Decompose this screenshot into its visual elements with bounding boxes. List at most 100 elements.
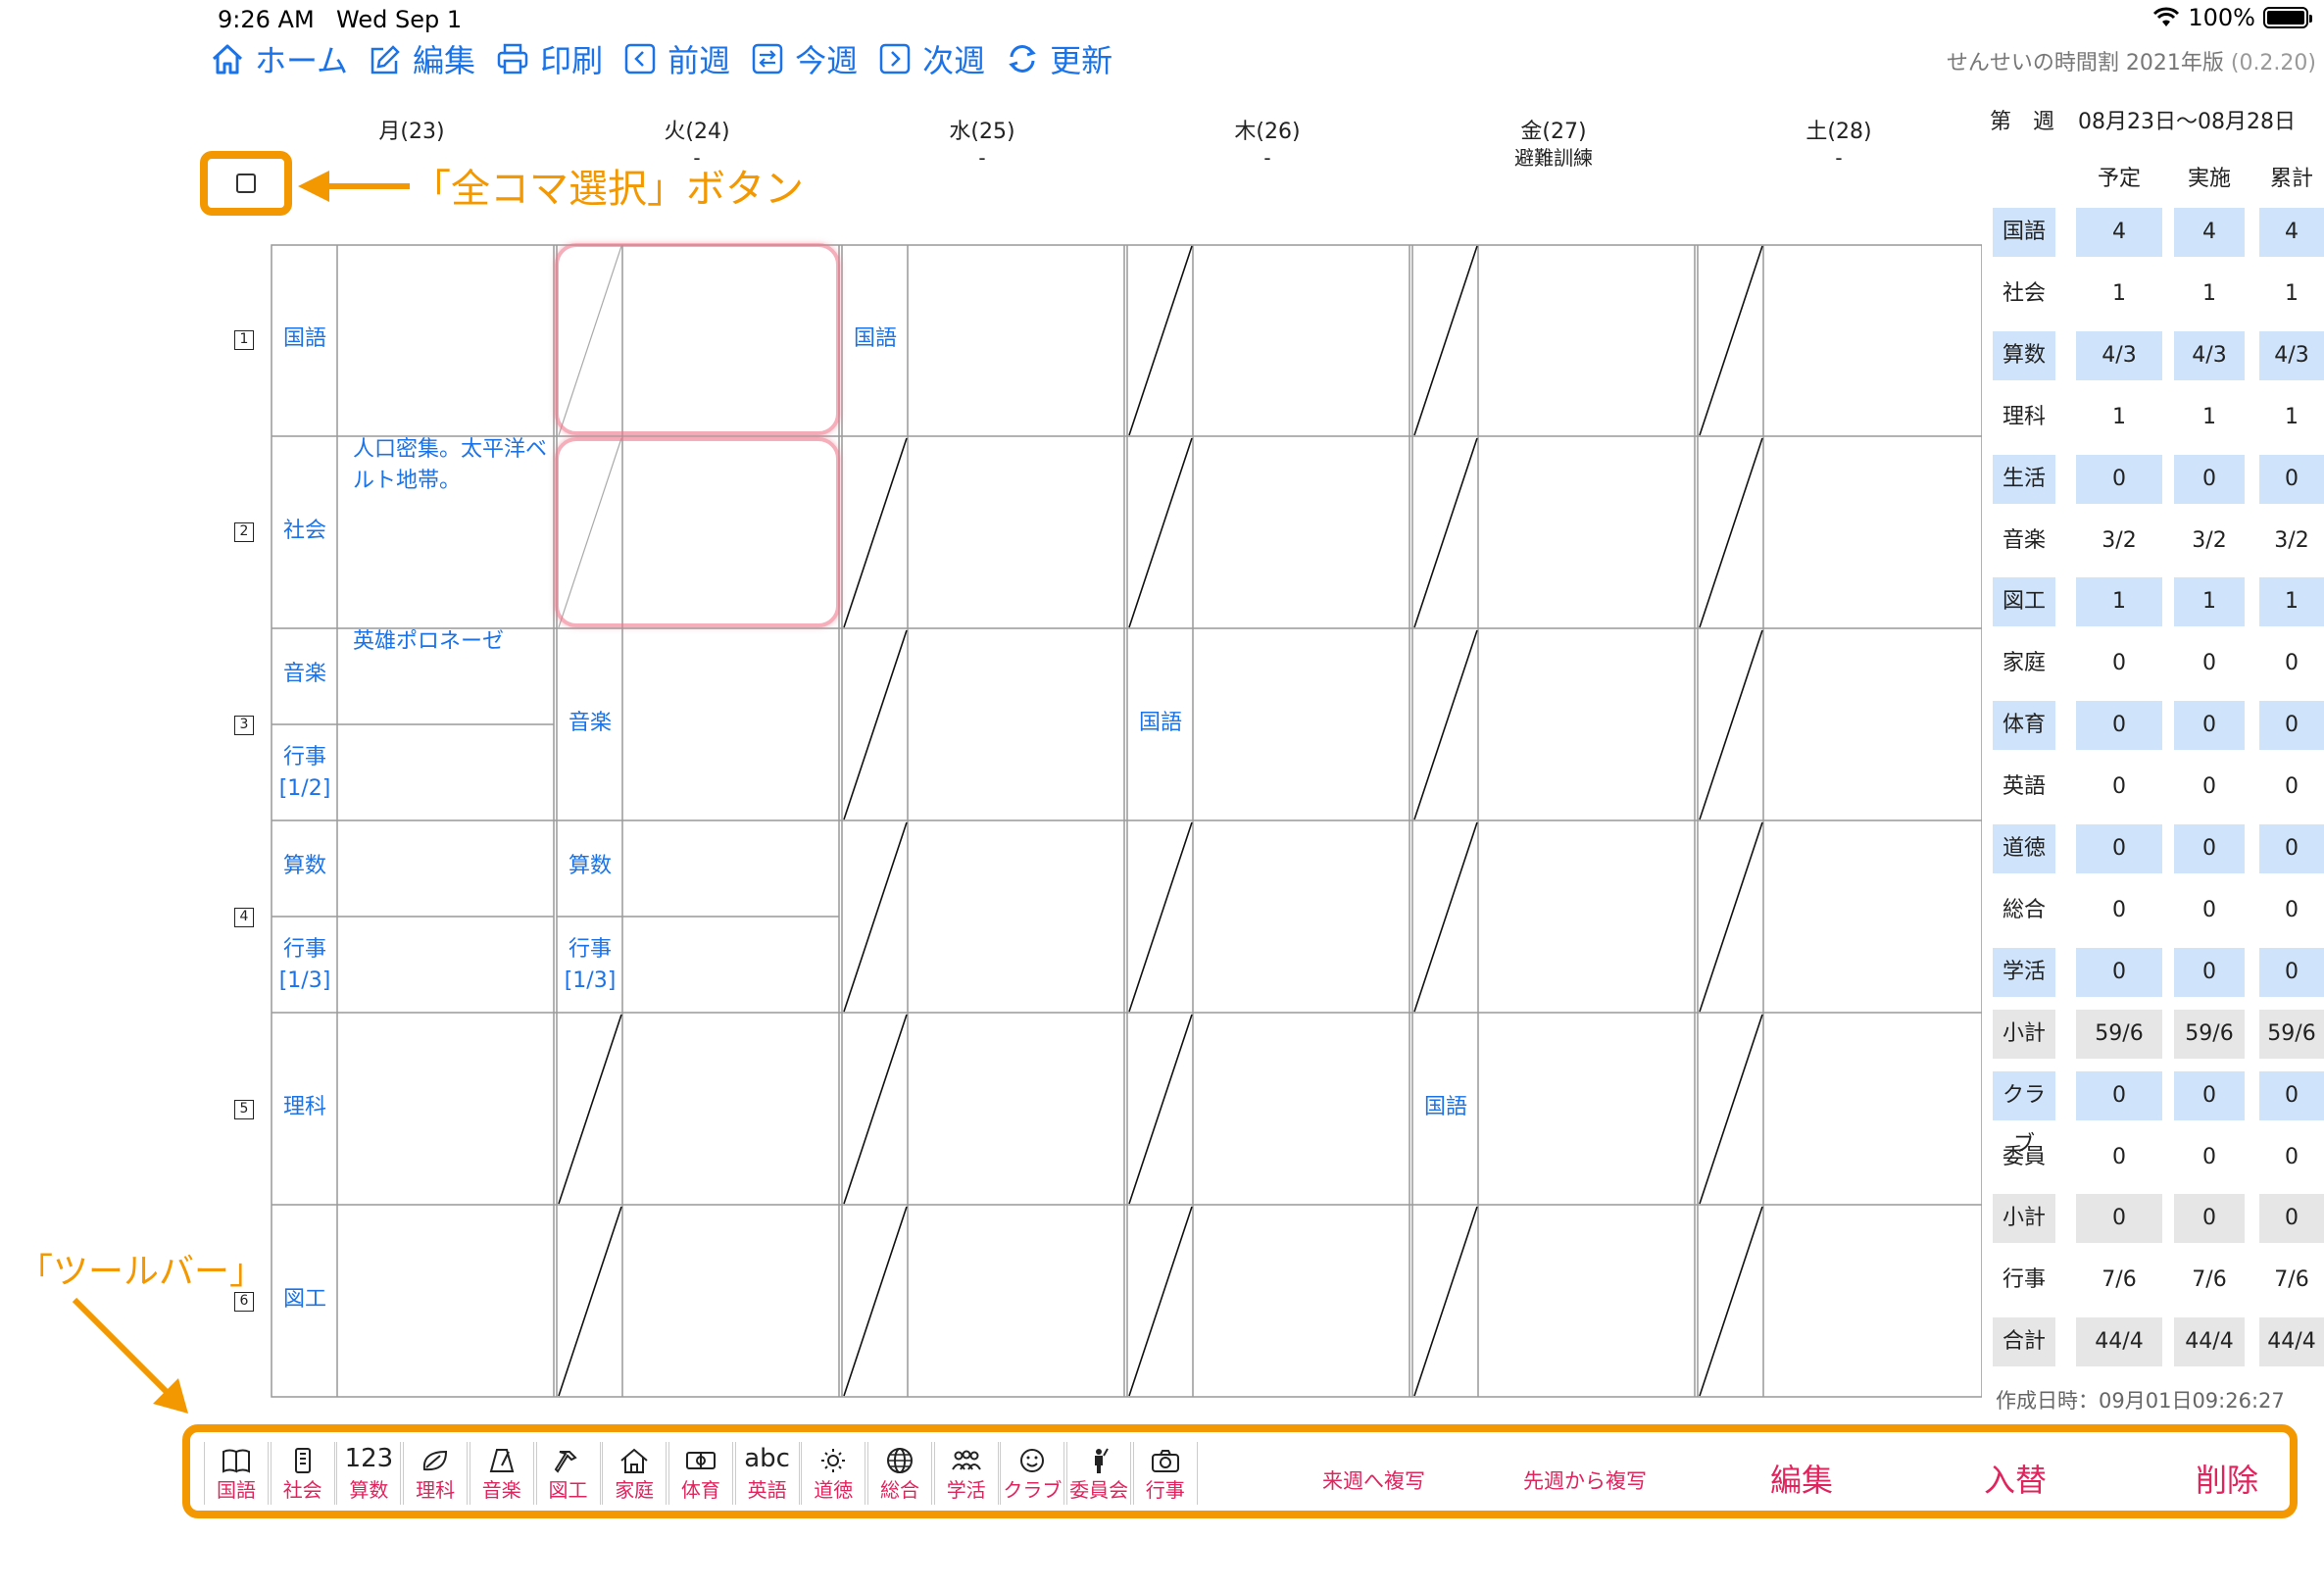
- subject-mon-5[interactable]: 理科: [272, 1093, 337, 1122]
- home-button[interactable]: ホーム: [210, 36, 348, 81]
- next-week-button[interactable]: 次週: [877, 36, 985, 81]
- globe-book-icon: [294, 1448, 311, 1473]
- col-cumulative: 累計: [2269, 167, 2313, 191]
- tool-1[interactable]: 国語: [204, 1442, 269, 1505]
- subject-mon-6[interactable]: 図工: [272, 1285, 337, 1315]
- memo-mon-3a[interactable]: 英雄ポロネーゼ: [353, 626, 549, 658]
- subject-tue-4b[interactable]: 行事 [1/3]: [558, 934, 622, 997]
- selected-slot[interactable]: [555, 243, 840, 435]
- tool-label: 音楽: [481, 1478, 521, 1502]
- swap-button[interactable]: 入替: [1984, 1456, 2047, 1501]
- wifi-icon: [2153, 7, 2180, 26]
- this-week-button[interactable]: 今週: [750, 36, 858, 81]
- tool-4[interactable]: 理科: [403, 1442, 469, 1505]
- summary-row: 音楽 3/2 3/2 3/2: [1990, 517, 2324, 566]
- subject-tue-3[interactable]: 音楽: [558, 709, 622, 738]
- summary-subject: クラブ: [1993, 1070, 2055, 1157]
- tool-12[interactable]: 学活: [933, 1442, 999, 1505]
- summary-subject: 英語: [2002, 774, 2046, 800]
- day-label: 水(25): [949, 120, 1015, 144]
- chevron-left-icon: [624, 43, 656, 74]
- leaf-icon: [423, 1450, 448, 1471]
- summary-planned: 0: [2112, 651, 2126, 676]
- day-header-mon[interactable]: 月(23): [294, 120, 529, 145]
- summary-actual: 0: [2202, 897, 2216, 922]
- summary-actual: 4/3: [2174, 330, 2245, 380]
- subject-mon-1[interactable]: 国語: [272, 324, 337, 354]
- tool-11[interactable]: 総合: [867, 1442, 932, 1505]
- summary-actual: 0: [2174, 947, 2245, 997]
- summary-actual: 0: [2174, 1194, 2245, 1244]
- summary-subject: 行事: [2002, 1267, 2046, 1293]
- delete-button[interactable]: 削除: [2196, 1456, 2258, 1501]
- subject-mon-3b[interactable]: 行事 [1/2]: [272, 742, 337, 805]
- summary-planned: 0: [2112, 897, 2126, 922]
- selected-slot[interactable]: [555, 437, 840, 627]
- status-indicators: 100%: [2152, 4, 2312, 31]
- summary-subject: 体育: [1993, 701, 2055, 751]
- tool-2[interactable]: 社会: [270, 1442, 335, 1505]
- tool-label: 図工: [548, 1478, 588, 1502]
- tool-3[interactable]: 123 算数: [336, 1442, 402, 1505]
- memo-mon-2[interactable]: 人口密集。太平洋ベルト地帯。: [353, 434, 549, 497]
- summary-row: 小計 0 0 0: [1990, 1194, 2324, 1244]
- subject-mon-3a[interactable]: 音楽: [272, 660, 337, 689]
- status-time: 9:26 AM: [218, 6, 315, 33]
- summary-cumulative: 0: [2259, 454, 2324, 504]
- day-label: 土(28): [1805, 120, 1872, 144]
- tool-7[interactable]: 家庭: [602, 1442, 668, 1505]
- summary-row: 家庭 0 0 0: [1990, 639, 2324, 688]
- refresh-button[interactable]: 更新: [1005, 36, 1113, 81]
- tool-6[interactable]: 図工: [535, 1442, 601, 1505]
- col-actual: 実施: [2187, 167, 2231, 191]
- period-number: 2: [234, 522, 254, 542]
- summary-subject: 社会: [2002, 280, 2046, 306]
- summary-cumulative: 4/3: [2259, 330, 2324, 380]
- subject-wed-1[interactable]: 国語: [843, 324, 908, 354]
- hammer-icon: [554, 1451, 577, 1473]
- summary-cumulative: 0: [2285, 897, 2299, 922]
- tool-13[interactable]: クラブ: [1000, 1442, 1065, 1505]
- summary-cumulative: 0: [2259, 824, 2324, 873]
- subject-thu-3[interactable]: 国語: [1128, 709, 1193, 738]
- summary-row: クラブ 0 0 0: [1990, 1070, 2324, 1157]
- tool-5[interactable]: 音楽: [469, 1442, 534, 1505]
- summary-cumulative: 1: [2259, 577, 2324, 627]
- field-icon: [685, 1452, 716, 1469]
- home-icon: [212, 44, 243, 74]
- subject-mon-2[interactable]: 社会: [272, 517, 337, 546]
- tool-10[interactable]: 道徳: [801, 1442, 866, 1505]
- copy-from-prev-week-button[interactable]: 先週から複写: [1523, 1465, 1647, 1495]
- day-header-wed[interactable]: 水(25) -: [865, 120, 1100, 171]
- prev-week-button[interactable]: 前週: [622, 36, 730, 81]
- col-planned: 予定: [2097, 167, 2141, 191]
- arrow-down-right-icon: [72, 1297, 188, 1414]
- printer-icon: [497, 43, 528, 74]
- week-label: 第 週: [1990, 110, 2055, 134]
- day-note: -: [1263, 146, 1271, 170]
- select-all-button[interactable]: [200, 151, 292, 216]
- edit-action-button[interactable]: 編集: [1770, 1456, 1833, 1501]
- tool-14[interactable]: 委員会: [1066, 1442, 1132, 1505]
- edit-button[interactable]: 編集: [368, 36, 475, 81]
- day-header-thu[interactable]: 木(26) -: [1150, 120, 1385, 171]
- summary-actual: 59/6: [2174, 1009, 2245, 1059]
- print-button[interactable]: 印刷: [495, 36, 603, 81]
- subject-tue-4a[interactable]: 算数: [558, 852, 622, 881]
- summary-row: 算数 4/3 4/3 4/3: [1990, 330, 2324, 380]
- tool-label: 英語: [747, 1478, 787, 1502]
- tool-15[interactable]: 行事: [1132, 1442, 1198, 1505]
- tool-label: 体育: [680, 1478, 720, 1502]
- subject-fri-5[interactable]: 国語: [1413, 1093, 1478, 1122]
- tool-label: 社会: [282, 1478, 322, 1502]
- this-week-label: 今週: [795, 42, 859, 79]
- day-header-fri[interactable]: 金(27) 避難訓練: [1436, 120, 1671, 171]
- copy-to-next-week-button[interactable]: 来週へ複写: [1322, 1465, 1425, 1495]
- day-header-sat[interactable]: 土(28) -: [1721, 120, 1956, 171]
- subject-mon-4a[interactable]: 算数: [272, 852, 337, 881]
- day-note: -: [1835, 146, 1843, 170]
- tool-9[interactable]: abc 英語: [734, 1442, 800, 1505]
- subject-mon-4b[interactable]: 行事 [1/3]: [272, 934, 337, 997]
- tool-label: 家庭: [615, 1478, 655, 1502]
- tool-8[interactable]: 体育: [668, 1442, 733, 1505]
